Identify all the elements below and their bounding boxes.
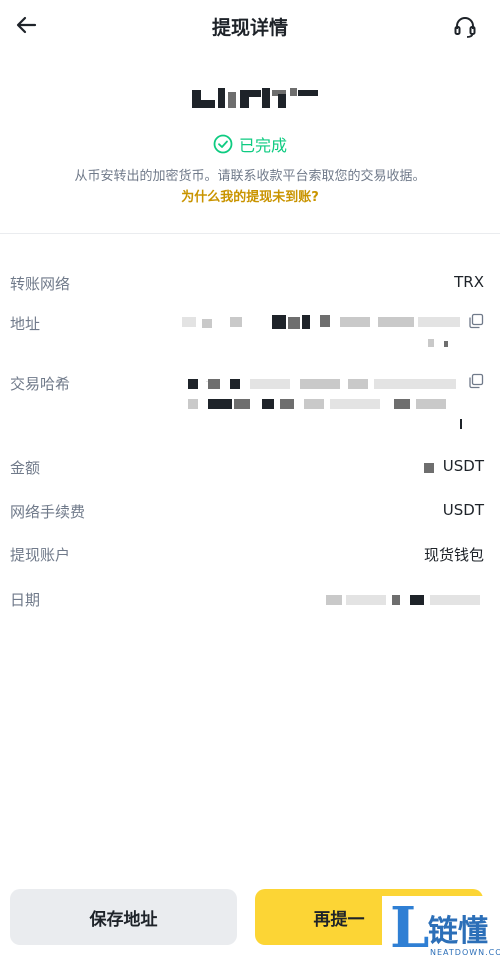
watermark-text: 链懂 [428,914,488,949]
watermark-logo: L 链懂 NEATDOWN.COM [382,896,500,969]
detail-row-account: 提现账户 现货钱包 [10,544,484,566]
network-label: 转账网络 [10,275,71,293]
save-address-button[interactable]: 保存地址 [10,889,237,945]
copy-txid-icon[interactable] [468,373,484,389]
fee-label: 网络手续费 [10,503,86,521]
amount-label: 金额 [10,459,41,477]
network-value: TRX [454,273,484,291]
status-text: 已完成 [238,136,287,155]
account-value: 现货钱包 [423,546,484,564]
fee-value: USDT [442,501,484,519]
detail-row-fee: 网络手续费 USDT [10,501,484,523]
why-not-received-link[interactable]: 为什么我的提现未到账? [0,186,500,205]
withdraw-again-label: 再提一 [313,909,365,930]
account-label: 提现账户 [10,546,71,564]
info-text: 从币安转出的加密货币。请联系收款平台索取您的交易收据。 [74,169,426,184]
status-row: 已完成 [0,132,500,156]
txid-value-redacted[interactable] [180,373,462,435]
detail-row-address: 地址 [10,313,484,353]
detail-row-network: 转账网络 TRX [10,273,484,295]
watermark-subtext: NEATDOWN.COM [430,948,500,957]
date-value-redacted [320,591,484,609]
amount-value-redacted [424,463,434,473]
detail-row-txid: 交易哈希 [10,373,484,435]
withdraw-amount [150,84,350,114]
address-label: 地址 [10,315,41,333]
divider [0,233,500,234]
copy-address-icon[interactable] [468,313,484,329]
headset-support-icon[interactable] [452,14,478,40]
top-bar: 提现详情 [0,0,500,52]
check-circle-icon [213,134,233,154]
detail-row-date: 日期 [10,589,484,611]
address-value-redacted [180,313,462,353]
detail-row-amount: 金额 USDT [10,457,484,479]
watermark-l-glyph: L [390,895,430,961]
amount-value: USDT [442,457,484,475]
page-title: 提现详情 [211,17,288,39]
date-label: 日期 [10,591,41,609]
txid-label: 交易哈希 [10,375,71,393]
